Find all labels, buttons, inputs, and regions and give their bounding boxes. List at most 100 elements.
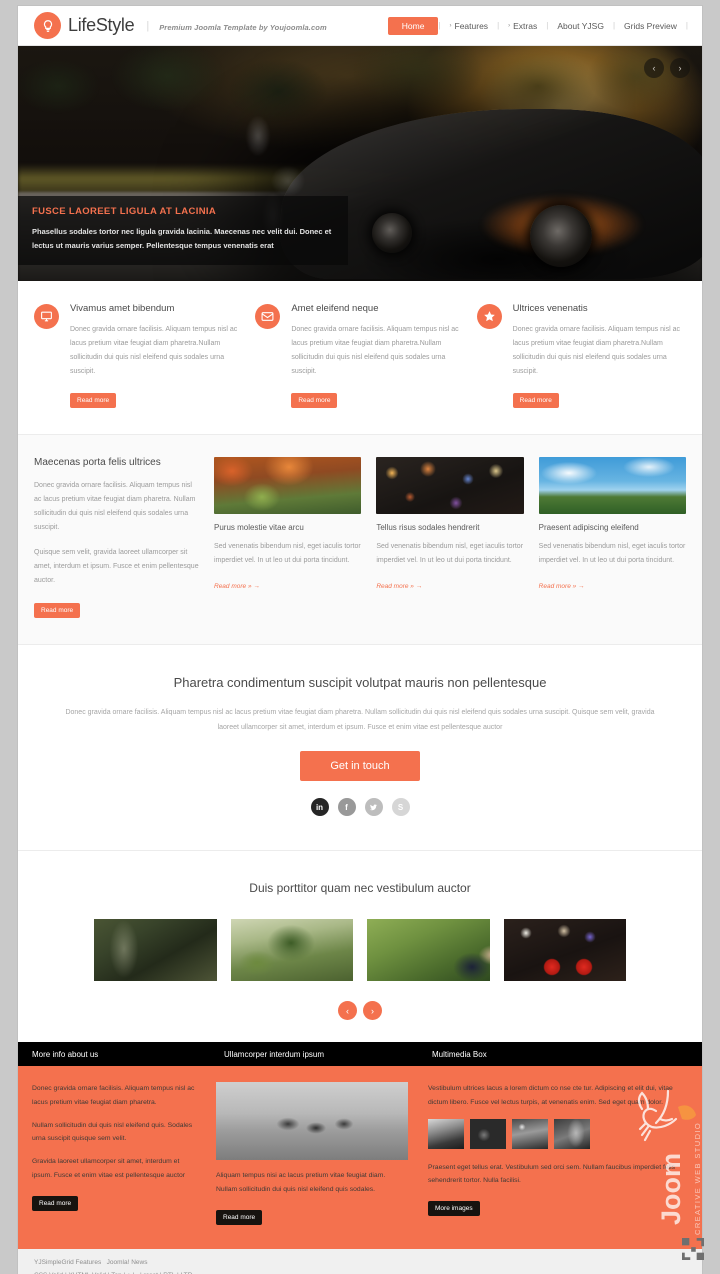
- get-in-touch-button[interactable]: Get in touch: [300, 751, 420, 782]
- footer-col2-caption: Aliquam tempus nisi ac lacus pretium vit…: [216, 1172, 386, 1193]
- read-more-button[interactable]: Read more: [34, 603, 81, 618]
- nav-label: Extras: [513, 20, 538, 31]
- feature-box: Amet eleifend neque Donec gravida ornare…: [255, 303, 464, 408]
- feature-title: Vivamus amet bibendum: [70, 303, 175, 314]
- more-images-button[interactable]: More images: [428, 1201, 480, 1217]
- chevron-left-icon[interactable]: ‹: [338, 1001, 357, 1021]
- blog-card-list: Purus molestie vitae arcu Sed venenatis …: [214, 457, 686, 618]
- blog-card: Tellus risus sodales hendrerit Sed venen…: [376, 457, 524, 618]
- nav-label: Features: [454, 20, 489, 31]
- linkedin-icon[interactable]: in: [310, 798, 329, 817]
- gallery-item[interactable]: [94, 919, 217, 982]
- chevron-right-icon[interactable]: ›: [670, 58, 690, 78]
- blog-card: Praesent adipiscing eleifend Sed venenat…: [538, 457, 686, 618]
- cta-section: Pharetra condimentum suscipit volutpat m…: [18, 645, 702, 851]
- social-glyph: S: [397, 802, 404, 812]
- cta-text: Donec gravida ornare facilisis. Aliquam …: [65, 709, 655, 731]
- multimedia-thumb[interactable]: [512, 1118, 548, 1149]
- chevron-right-icon[interactable]: ›: [363, 1001, 382, 1021]
- skype-icon[interactable]: S: [391, 798, 410, 817]
- social-glyph: in: [315, 802, 324, 812]
- lightbulb-icon: [34, 12, 61, 39]
- link-yjsimplegrid-features[interactable]: YJSimpleGrid Features: [34, 1259, 101, 1266]
- read-more-link[interactable]: Read more » →: [376, 583, 422, 590]
- hero-wheel-rear: [372, 213, 412, 253]
- blog-card-text: Sed venenatis bibendum nisl, eget iaculi…: [538, 543, 686, 564]
- blog-card-image[interactable]: [538, 457, 686, 514]
- envelope-icon: [255, 304, 281, 329]
- blog-section: Maecenas porta felis ultrices Donec grav…: [18, 434, 702, 645]
- footer-module-headings: More info about us Ullamcorper interdum …: [18, 1042, 702, 1067]
- footer-modules: Donec gravida ornare facilisis. Aliquam …: [18, 1066, 702, 1247]
- hero-text: Phasellus sodales tortor nec ligula grav…: [32, 227, 332, 251]
- read-more-button[interactable]: Read more: [216, 1209, 263, 1225]
- nav-item-about-yjsg[interactable]: About YJSG: [548, 17, 613, 35]
- nav-divider: |: [685, 21, 688, 30]
- feature-box: Vivamus amet bibendum Donec gravida orna…: [34, 303, 243, 408]
- hero-title: FUSCE LAOREET LIGULA AT LACINIA: [32, 206, 217, 218]
- footer-column-1: Donec gravida ornare facilisis. Aliquam …: [18, 1082, 210, 1225]
- footer-heading-ullamcorper: Ullamcorper interdum ipsum: [224, 1049, 325, 1059]
- nav-item-features[interactable]: › Features: [441, 17, 498, 35]
- cta-title: Pharetra condimentum suscipit volutpat m…: [173, 675, 547, 690]
- main-nav[interactable]: Home | › Features | › Extras | About YJSG …: [387, 16, 688, 35]
- gallery-nav[interactable]: ‹ ›: [34, 1001, 686, 1021]
- blog-card-image[interactable]: [214, 457, 362, 514]
- blog-card-text: Sed venenatis bibendum nisl, eget iaculi…: [214, 543, 361, 564]
- social-glyph: f: [345, 802, 348, 812]
- feature-text: Donec gravida ornare facilisis. Aliquam …: [512, 326, 680, 375]
- slider-nav[interactable]: ‹ ›: [644, 58, 690, 78]
- footer-column-2: Aliquam tempus nisi ac lacus pretium vit…: [210, 1082, 418, 1225]
- corner-logo-mark: [682, 1238, 704, 1260]
- bottom-links-row: YJSimpleGrid Features Joomla! News: [34, 1257, 686, 1270]
- nav-item-extras[interactable]: › Extras: [499, 17, 546, 35]
- footer-column-3: Vestibulum ultrices lacus a lorem dictum…: [418, 1082, 702, 1225]
- footer-col1-para1: Donec gravida ornare facilisis. Aliquam …: [32, 1085, 195, 1106]
- footer-col1-para3: Gravida laoreet ullamcorper sit amet, in…: [32, 1158, 186, 1179]
- link-joomla-news[interactable]: Joomla! News: [107, 1259, 148, 1266]
- footer-heading-more-info: More info about us: [32, 1049, 99, 1059]
- blog-paragraph-2: Quisque sem velit, gravida laoreet ullam…: [34, 549, 199, 584]
- bottom-tools-row[interactable]: CSS Valid | XHTML Valid | Top | + | - | …: [34, 1270, 686, 1274]
- gallery-item[interactable]: [230, 919, 353, 982]
- blog-title: Maecenas porta felis ultrices: [34, 457, 161, 468]
- chevron-right-icon: ›: [449, 22, 452, 29]
- multimedia-thumb[interactable]: [428, 1118, 464, 1149]
- blog-card-title: Purus molestie vitae arcu: [214, 523, 304, 532]
- social-links: in f S: [48, 798, 672, 817]
- blog-paragraph-1: Donec gravida ornare facilisis. Aliquam …: [34, 482, 196, 531]
- feature-box: Ultrices venenatis Donec gravida ornare …: [476, 303, 686, 408]
- gallery-item[interactable]: [503, 919, 626, 982]
- footer-feature-image[interactable]: [216, 1082, 408, 1161]
- feature-title: Amet eleifend neque: [291, 303, 379, 314]
- multimedia-thumb[interactable]: [554, 1118, 590, 1149]
- blog-intro: Maecenas porta felis ultrices Donec grav…: [34, 457, 199, 618]
- blog-card-image[interactable]: [376, 457, 524, 514]
- read-more-button[interactable]: Read more: [291, 393, 338, 408]
- star-icon: [476, 304, 502, 329]
- hero-caption: FUSCE LAOREET LIGULA AT LACINIA Phasellu…: [18, 196, 348, 265]
- logo-separator: |: [146, 19, 150, 32]
- feature-title: Ultrices venenatis: [512, 303, 588, 314]
- multimedia-thumb[interactable]: [470, 1118, 506, 1149]
- hero-wheel-front: [530, 205, 592, 267]
- nav-item-grids-preview[interactable]: Grids Preview: [615, 17, 686, 35]
- chevron-right-icon: ›: [508, 22, 511, 29]
- logo[interactable]: LifeStyle | Premium Joomla Template by Y…: [34, 12, 327, 39]
- nav-item-home[interactable]: Home: [387, 16, 439, 35]
- facebook-icon[interactable]: f: [337, 798, 356, 817]
- read-more-button[interactable]: Read more: [32, 1195, 79, 1211]
- chevron-left-icon[interactable]: ‹: [644, 58, 664, 78]
- gallery-row: [34, 919, 686, 982]
- read-more-button[interactable]: Read more: [70, 393, 117, 408]
- read-more-button[interactable]: Read more: [512, 393, 559, 408]
- monitor-icon: [34, 304, 59, 329]
- hero-slider[interactable]: FUSCE LAOREET LIGULA AT LACINIA Phasellu…: [18, 46, 702, 281]
- gallery-section: Duis porttitor quam nec vestibulum aucto…: [18, 850, 702, 1043]
- gallery-item[interactable]: [367, 919, 490, 982]
- blog-card-text: Sed venenatis bibendum nisl, eget iaculi…: [376, 543, 524, 564]
- read-more-link[interactable]: Read more » →: [214, 583, 260, 590]
- blog-card-title: Tellus risus sodales hendrerit: [376, 523, 480, 532]
- read-more-link[interactable]: Read more » →: [539, 583, 585, 590]
- twitter-icon[interactable]: [364, 798, 383, 817]
